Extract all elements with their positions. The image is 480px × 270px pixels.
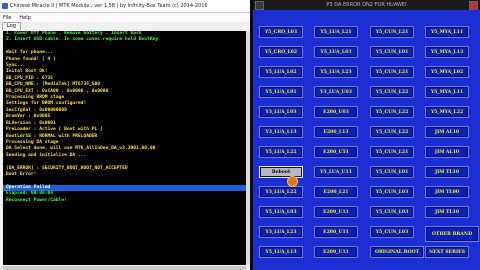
model-button-jim-tl10[interactable]: JIM TL10 <box>425 206 469 218</box>
model-button-other-brand[interactable]: OTHER BRAND <box>425 226 479 242</box>
model-button-y5-cun-l22[interactable]: Y5_CUN_L22 <box>370 106 414 118</box>
model-button-y5-cun-l22[interactable]: Y5_CUN_L22 <box>370 86 414 98</box>
model-button-y3-lua-l23[interactable]: Y3_LUA_L23 <box>259 226 303 238</box>
model-button-y5-mya-l11[interactable]: Y5_MYA_L11 <box>425 26 469 38</box>
model-button-y5-lua-l22[interactable]: Y5_LUA_L22 <box>259 146 303 158</box>
model-button-y5-lua-l01[interactable]: Y5_LUA_L01 <box>259 86 303 98</box>
log-line: Reconnect Power/Cable! <box>6 197 67 203</box>
menu-help[interactable]: Help <box>19 15 30 21</box>
model-button-y5-cun-l22[interactable]: Y5_CUN_L22 <box>370 126 414 138</box>
model-button-e200-l13[interactable]: E200_L13 <box>314 126 358 138</box>
model-button-y5-mya-l13[interactable]: Y5_MYA_L13 <box>425 46 469 58</box>
menu-bar: File Help <box>0 13 250 22</box>
model-button-jim-al10[interactable]: JIM AL10 <box>425 126 469 138</box>
model-button-y5-cun-l21[interactable]: Y5_CUN_L21 <box>370 146 414 158</box>
model-button-next-series[interactable]: NEXT SERIES <box>425 246 469 258</box>
model-button-panel: Y5_CRO_L03 Y5_LUA_L21 Y5_CUN_L21 Y5_MYA_L11… <box>253 10 480 270</box>
log-output: 1. Power Off Phone , Remove battery , In… <box>3 31 246 265</box>
model-button-jim-al10[interactable]: JIM AL10 <box>425 146 469 158</box>
progress-bar <box>3 266 246 270</box>
model-button-y5-cun-l21[interactable]: Y5_CUN_L21 <box>370 66 414 78</box>
model-button-e200-u11[interactable]: E200_U11 <box>314 206 358 218</box>
model-button-e200-l21[interactable]: E200_L21 <box>314 186 358 198</box>
menu-file[interactable]: File <box>3 15 11 21</box>
close-icon[interactable] <box>469 1 478 10</box>
model-button-y5-lua-l03[interactable]: Y5_LUA_L03 <box>314 46 358 58</box>
model-button-y5-cun-l01[interactable]: Y5_CUN_L01 <box>370 46 414 58</box>
model-button-y5-cun-l03[interactable]: Y5_CUN_L03 <box>370 206 414 218</box>
model-button-jim-tl00[interactable]: JIM TL00 <box>425 186 469 198</box>
model-button-y5-lua-l23[interactable]: Y5_LUA_L23 <box>314 66 358 78</box>
model-button-y5-cun-l01[interactable]: Y5_CUN_L01 <box>370 166 414 178</box>
model-button-y5-cun-l03[interactable]: Y5_CUN_L03 <box>370 186 414 198</box>
tab-bar: Log <box>0 22 250 30</box>
window-title: Chinese Miracle II | MTK Module , ver 1.… <box>10 3 208 9</box>
model-button-jim-tl10[interactable]: JIM TL10 <box>425 166 469 178</box>
log-window: Chinese Miracle II | MTK Module , ver 1.… <box>0 0 250 270</box>
model-button-e200-u11[interactable]: E200_U11 <box>314 226 358 238</box>
model-button-y5-cun-l03[interactable]: Y5_CUN_L03 <box>370 226 414 238</box>
model-button-e200-u11[interactable]: E200_U11 <box>314 246 358 258</box>
model-window-titlebar[interactable]: P3 DA ERROR ON2 FOR HUAWEI <box>253 0 480 10</box>
model-button-y5-mya-l02[interactable]: Y5_MYA_L02 <box>425 66 469 78</box>
model-button-y5-lua-l21[interactable]: Y5_LUA_L21 <box>314 26 358 38</box>
model-select-window: P3 DA ERROR ON2 FOR HUAWEI Y5_CRO_L03 Y5_… <box>253 0 480 270</box>
model-button-y5-lua-u11[interactable]: Y5_LUA_U11 <box>314 166 358 178</box>
model-button-y5-cro-l02[interactable]: Y5_CRO_L02 <box>259 46 303 58</box>
model-button-original-boot[interactable]: ORIGINAL BOOT <box>370 246 424 258</box>
model-button-y5-cun-l21[interactable]: Y5_CUN_L21 <box>370 26 414 38</box>
model-button-y5-lua-l03[interactable]: Y5_LUA_L03 <box>259 206 303 218</box>
model-button-reboot[interactable]: Reboot <box>259 166 303 178</box>
model-button-y3-lua-l03[interactable]: Y3_LUA_L03 <box>259 106 303 118</box>
mouse-cursor-icon <box>287 176 298 187</box>
model-button-e200-u51[interactable]: E200_U51 <box>314 146 358 158</box>
model-button-y3-lua-l13[interactable]: Y3_LUA_L13 <box>259 126 303 138</box>
model-button-y5-mya-l22[interactable]: Y5_MYA_L22 <box>425 106 469 118</box>
model-button-e200-u03[interactable]: E200_U03 <box>314 106 358 118</box>
model-window-title: P3 DA ERROR ON2 FOR HUAWEI <box>326 2 407 8</box>
model-button-y3-lua-l22[interactable]: Y3_LUA_L22 <box>259 186 303 198</box>
app-icon <box>2 3 8 9</box>
window-menu-icon[interactable] <box>255 1 264 10</box>
model-button-y3-lua-u03[interactable]: Y3_LUA_U03 <box>314 86 358 98</box>
model-button-y5-mya-l11[interactable]: Y5_MYA_L11 <box>425 86 469 98</box>
model-button-y5-lua-l02[interactable]: Y5_LUA_L02 <box>259 66 303 78</box>
model-button-y5-lua-l13[interactable]: Y5_LUA_L13 <box>259 246 303 258</box>
model-button-y5-cro-l03[interactable]: Y5_CRO_L03 <box>259 26 303 38</box>
tab-log[interactable]: Log <box>2 22 21 30</box>
window-titlebar[interactable]: Chinese Miracle II | MTK Module , ver 1.… <box>0 0 250 13</box>
